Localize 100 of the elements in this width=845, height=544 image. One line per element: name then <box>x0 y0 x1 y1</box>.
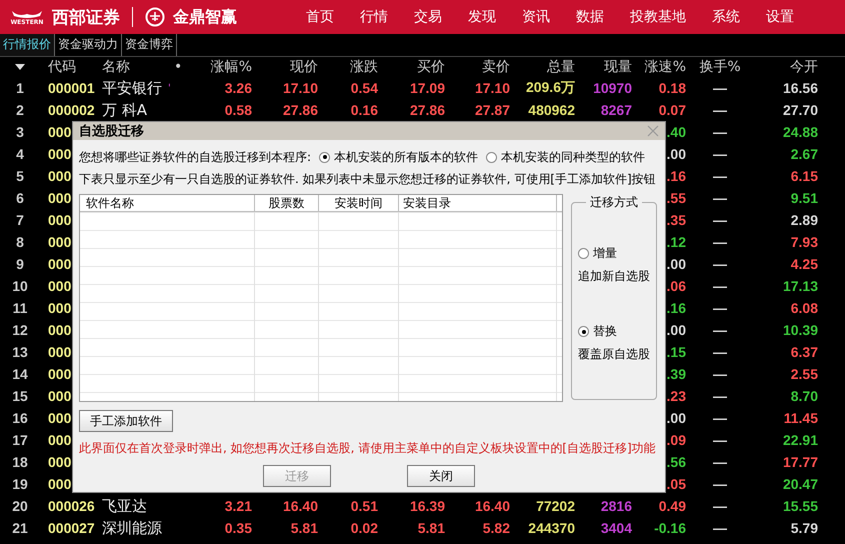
speed-value: .09 <box>666 432 686 448</box>
stock-code: 000001 <box>47 80 95 96</box>
row-number: 21 <box>12 520 28 536</box>
speed-value: -0.16 <box>654 520 686 536</box>
open-price-value: 10.39 <box>782 322 819 338</box>
column-header[interactable]: 涨幅% <box>200 58 252 76</box>
nav-link[interactable]: 系统 <box>699 8 753 26</box>
source-radio[interactable]: 本机安装的同种类型的软件 <box>486 148 646 166</box>
column-header[interactable]: 总量 <box>510 58 575 76</box>
dialog-button[interactable]: 关闭 <box>407 465 475 487</box>
column-header[interactable]: 卖价 <box>445 58 510 76</box>
tab[interactable]: 行情报价 <box>0 34 55 56</box>
column-header[interactable]: 名称 <box>102 58 130 76</box>
volume-value: 77202 <box>536 498 575 514</box>
turnover-value: — <box>713 366 727 382</box>
stock-code: 000026 <box>47 498 95 514</box>
column-header[interactable]: 换手% <box>686 58 754 76</box>
price-value: 0.02 <box>350 520 378 536</box>
speed-value: .23 <box>666 388 686 404</box>
list-column-header[interactable]: 软件名称 <box>80 195 255 211</box>
speed-value: .39 <box>666 366 686 382</box>
open-price-value: 6.15 <box>790 168 819 184</box>
column-header[interactable]: 买价 <box>378 58 445 76</box>
row-number: 16 <box>12 410 28 426</box>
nav-link[interactable]: 行情 <box>347 8 401 26</box>
price-value: 0.54 <box>350 80 378 96</box>
speed-value: .00 <box>666 146 686 162</box>
row-number: 7 <box>16 212 24 228</box>
row-number: 9 <box>16 256 24 272</box>
turnover-value: — <box>713 278 727 294</box>
open-price-value: 15.55 <box>782 498 819 514</box>
nav-link[interactable]: 设置 <box>753 8 807 26</box>
turnover-value: — <box>713 322 727 338</box>
price-value: 5.82 <box>482 520 510 536</box>
stock-code: 000 <box>47 432 72 448</box>
open-price-value: 2.89 <box>790 212 819 228</box>
nav-link[interactable]: 发现 <box>455 8 509 26</box>
price-value: 17.10 <box>282 80 318 96</box>
nav-link[interactable]: 交易 <box>401 8 455 26</box>
column-header[interactable]: 现量 <box>575 58 632 76</box>
price-value: 16.40 <box>282 498 318 514</box>
stock-code: 000 <box>47 344 72 360</box>
speed-value: .55 <box>666 190 686 206</box>
stock-code: 000 <box>47 388 72 404</box>
dropdown-caret-icon[interactable] <box>14 63 26 71</box>
list-column-header[interactable]: 股票数 <box>255 195 319 211</box>
prompt-text: 您想将哪些证券软件的自选股迁移到本程序: <box>79 148 312 166</box>
stock-code: 000 <box>47 146 72 162</box>
mode-radio[interactable]: 增量 <box>578 245 650 262</box>
turnover-value: — <box>713 190 727 206</box>
stock-code: 000 <box>47 124 72 140</box>
column-header[interactable]: • <box>174 59 182 75</box>
column-header[interactable]: 涨速% <box>632 58 686 76</box>
speed-value: .16 <box>666 300 686 316</box>
stock-name: 深圳能源 <box>102 518 162 538</box>
open-price-value: 5.79 <box>790 520 819 536</box>
nav-link[interactable]: 投教基地 <box>617 8 699 26</box>
price-value: 17.09 <box>410 80 445 96</box>
nav-link[interactable]: 资讯 <box>509 8 563 26</box>
row-number: 17 <box>12 432 28 448</box>
speed-value: 0.49 <box>658 498 686 514</box>
mode-radio[interactable]: 替换 <box>578 323 650 340</box>
add-software-button[interactable]: 手工添加软件 <box>79 410 173 432</box>
mode-description: 覆盖原自选股 <box>578 346 650 363</box>
nav-link[interactable]: 数据 <box>563 8 617 26</box>
column-header[interactable]: 涨跌 <box>318 58 378 76</box>
source-radio[interactable]: 本机安装的所有版本的软件 <box>319 148 478 166</box>
speed-value: .00 <box>666 410 686 426</box>
open-price-value: 6.08 <box>790 300 819 316</box>
open-price-value: 8.70 <box>790 388 819 404</box>
turnover-value: — <box>713 234 727 250</box>
row-number: 19 <box>12 476 28 492</box>
turnover-value: — <box>713 146 727 162</box>
row-number: 10 <box>12 278 28 294</box>
turnover-value: — <box>713 212 727 228</box>
bull-logo-icon <box>10 8 44 18</box>
stock-code: 000002 <box>47 102 95 118</box>
nav-link[interactable]: 首页 <box>293 8 347 26</box>
column-header[interactable]: 今开 <box>754 58 832 76</box>
price-value: 3.21 <box>224 498 252 514</box>
stock-code: 000 <box>47 234 72 250</box>
price-value: 0.51 <box>350 498 378 514</box>
row-number: 20 <box>12 498 28 514</box>
dialog-title: 自选股迁移 <box>79 122 144 140</box>
turnover-value: — <box>713 168 727 184</box>
stock-code: 000 <box>47 476 72 492</box>
turnover-value: — <box>713 388 727 404</box>
list-column-header[interactable]: 安装时间 <box>319 195 399 211</box>
column-header[interactable]: 现价 <box>252 58 318 76</box>
volume-value: 209.6万 <box>526 79 575 97</box>
list-column-header[interactable]: 安装目录 <box>399 195 557 211</box>
row-number: 12 <box>12 322 28 338</box>
row-number: 3 <box>16 124 24 140</box>
column-header[interactable]: 代码 <box>40 58 102 76</box>
row-number: 11 <box>12 300 28 316</box>
turnover-value: — <box>713 300 727 316</box>
open-price-value: 7.93 <box>790 234 819 250</box>
row-number: 5 <box>16 168 24 184</box>
speed-value: .00 <box>666 322 686 338</box>
price-value: 5.81 <box>418 520 445 536</box>
